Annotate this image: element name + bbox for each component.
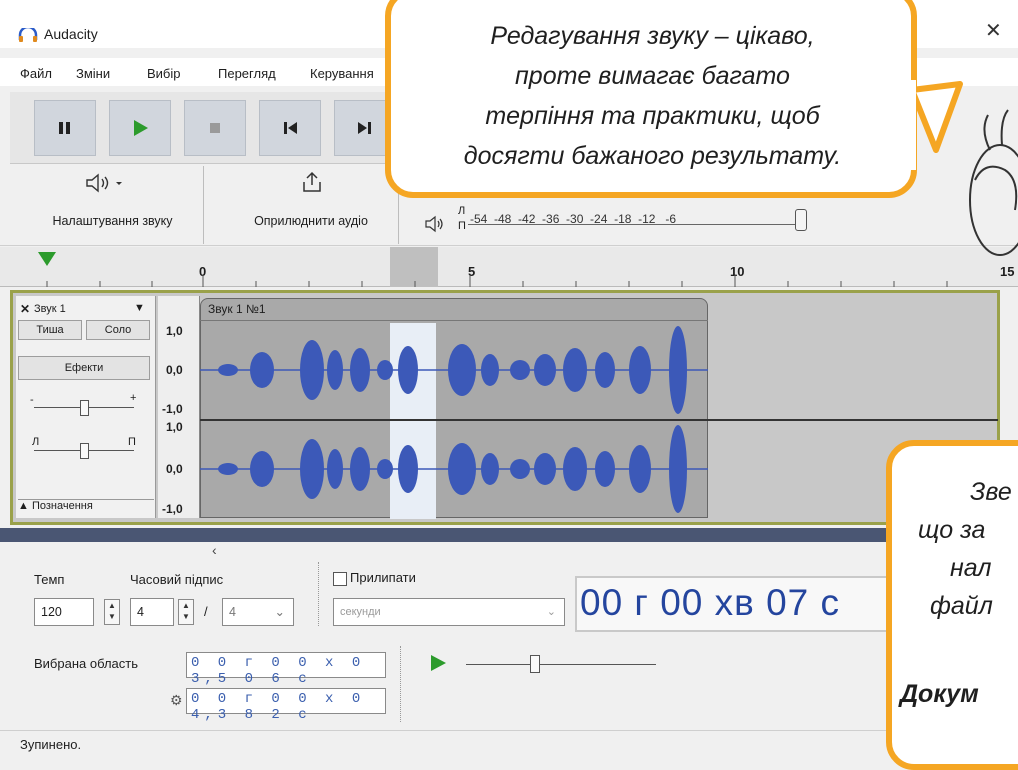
- effects-button[interactable]: Ефекти: [18, 356, 150, 380]
- tempo-stepper[interactable]: ▲ ▼: [104, 599, 120, 625]
- scale-label: -1,0: [162, 402, 183, 416]
- horizontal-scroll-track[interactable]: [0, 528, 1018, 542]
- play-icon: [134, 120, 148, 136]
- close-window-icon[interactable]: ✕: [985, 18, 1002, 43]
- skip-start-icon: [284, 122, 297, 134]
- meter-channel-right: П: [458, 220, 466, 232]
- amplitude-scale: 1,0 0,0 -1,0 1,0 0,0 -1,0: [158, 296, 200, 518]
- audio-setup-button[interactable]: Налаштування звуку: [22, 166, 204, 244]
- collapse-triangle-icon: ▲: [18, 500, 29, 512]
- menu-file[interactable]: Файл: [20, 66, 52, 81]
- status-bar: [0, 730, 1018, 758]
- selection-end-field[interactable]: 0 0 г 0 0 х 0 4,3 8 2 с: [186, 688, 386, 723]
- play-button[interactable]: [109, 100, 171, 156]
- skip-to-start-button[interactable]: [259, 100, 321, 156]
- scale-label: 1,0: [166, 324, 183, 338]
- solo-button[interactable]: Соло: [86, 320, 150, 340]
- gain-minus-icon: -: [30, 394, 34, 406]
- scale-label: 1,0: [166, 420, 183, 434]
- time-signature-numerator-input[interactable]: 4: [130, 598, 174, 626]
- stop-icon: [210, 123, 220, 133]
- transport-toolbar: [10, 92, 410, 164]
- scale-label: -1,0: [162, 502, 183, 516]
- bubble-line: що за: [918, 516, 986, 544]
- bubble-line: нал: [950, 554, 992, 582]
- snap-checkbox[interactable]: [333, 572, 347, 586]
- playback-volume-icon: [425, 215, 443, 233]
- time-signature-denominator-value: 4: [229, 605, 236, 619]
- gear-icon[interactable]: ⚙: [170, 692, 183, 709]
- meter-scale: -54 -48 -42 -36 -30 -24 -18 -12 -6: [470, 212, 677, 226]
- bubble-line: досягти бажаного результату.: [463, 142, 842, 170]
- waveform-channel-right: [200, 425, 708, 513]
- scale-label: 0,0: [166, 363, 183, 377]
- menu-edit[interactable]: Зміни: [76, 66, 110, 81]
- select-track-label: Позначення: [31, 500, 93, 512]
- window-title: Audacity: [44, 26, 98, 42]
- ruler-ticks: [46, 275, 948, 287]
- playback-speed-handle[interactable]: [530, 655, 540, 673]
- mascot-illustration: [969, 109, 1018, 256]
- selection-label: Вибрана область: [34, 656, 138, 671]
- track-header: ✕ Звук 1 ▼: [16, 302, 156, 318]
- clip-header-divider: [200, 320, 708, 321]
- waveform-channel-left: [200, 326, 708, 414]
- time-signature-denominator-select[interactable]: 4 ⌄: [222, 598, 294, 626]
- bubble-line: Редагування звуку – цікаво,: [490, 22, 815, 50]
- pan-right-label: П: [128, 436, 136, 448]
- audacity-logo-icon: [18, 28, 38, 42]
- toolbar-grip[interactable]: [318, 562, 320, 626]
- share-icon: [303, 171, 321, 192]
- playback-speed-slider[interactable]: [466, 664, 656, 665]
- play-head-triangle-icon[interactable]: [38, 252, 56, 266]
- pause-icon: [59, 122, 70, 134]
- bubble-line: Зве: [970, 478, 1012, 506]
- bubble-line: Докум: [900, 680, 979, 708]
- toolbar-grip[interactable]: [400, 646, 402, 722]
- bubble-line: файл: [930, 592, 993, 620]
- stop-button[interactable]: [184, 100, 246, 156]
- select-track-button[interactable]: ▲ Позначення: [18, 499, 154, 515]
- chevron-down-icon: ⌄: [274, 605, 285, 619]
- time-signature-separator: /: [204, 604, 208, 619]
- bubble-line: проте вимагає багато: [515, 62, 790, 90]
- gain-plus-icon: +: [130, 392, 137, 404]
- time-signature-label: Часовий підпис: [130, 572, 224, 587]
- pan-left-label: Л: [32, 436, 40, 448]
- close-track-icon[interactable]: ✕: [20, 302, 30, 316]
- status-text: Зупинено.: [20, 737, 82, 752]
- speaker-dropdown-icon: [86, 173, 122, 193]
- skip-end-icon: [358, 122, 371, 134]
- bubble-line: терпіння та практики, щоб: [485, 102, 820, 130]
- meter-channel-left: Л: [458, 205, 466, 217]
- snap-unit-value: секунди: [340, 606, 381, 618]
- selection-start-field[interactable]: 0 0 г 0 0 х 0 3,5 0 6 с: [186, 652, 386, 687]
- track-name[interactable]: Звук 1: [34, 303, 66, 315]
- pause-button[interactable]: [34, 100, 96, 156]
- menu-select[interactable]: Вибір: [147, 66, 181, 81]
- speech-bubble-tail: [908, 80, 963, 170]
- scale-label: 0,0: [166, 462, 183, 476]
- gain-slider-handle[interactable]: [80, 400, 89, 416]
- play-at-speed-icon[interactable]: [427, 652, 449, 674]
- chevron-down-icon: ⌄: [546, 606, 556, 618]
- pan-slider-handle[interactable]: [80, 443, 89, 459]
- time-signature-stepper[interactable]: ▲ ▼: [178, 599, 194, 625]
- track-control-panel: ✕ Звук 1 ▼ Тиша Соло Ефекти - + Л П ▲ По…: [16, 296, 156, 518]
- snap-label: Прилипати: [350, 570, 416, 585]
- clip-title[interactable]: Звук 1 №1: [208, 302, 266, 316]
- tempo-input[interactable]: 120: [34, 598, 94, 626]
- meter-slider-handle[interactable]: [795, 209, 807, 231]
- share-audio-button[interactable]: Оприлюднити аудіо: [224, 166, 399, 244]
- mute-button[interactable]: Тиша: [18, 320, 82, 340]
- tempo-label: Темп: [34, 572, 65, 587]
- speech-bubble-top-text: Редагування звуку – цікаво, проте вимага…: [400, 16, 905, 176]
- track-menu-chevron-down-icon[interactable]: ▼: [134, 302, 145, 314]
- time-display-value: 00 г 00 хв 07 с: [580, 582, 841, 623]
- menu-view[interactable]: Перегляд: [218, 66, 276, 81]
- share-audio-label: Оприлюднити аудіо: [254, 214, 368, 228]
- audio-setup-label: Налаштування звуку: [52, 214, 173, 228]
- snap-unit-select[interactable]: секунди ⌄: [333, 598, 565, 626]
- menu-transport[interactable]: Керування: [310, 66, 374, 81]
